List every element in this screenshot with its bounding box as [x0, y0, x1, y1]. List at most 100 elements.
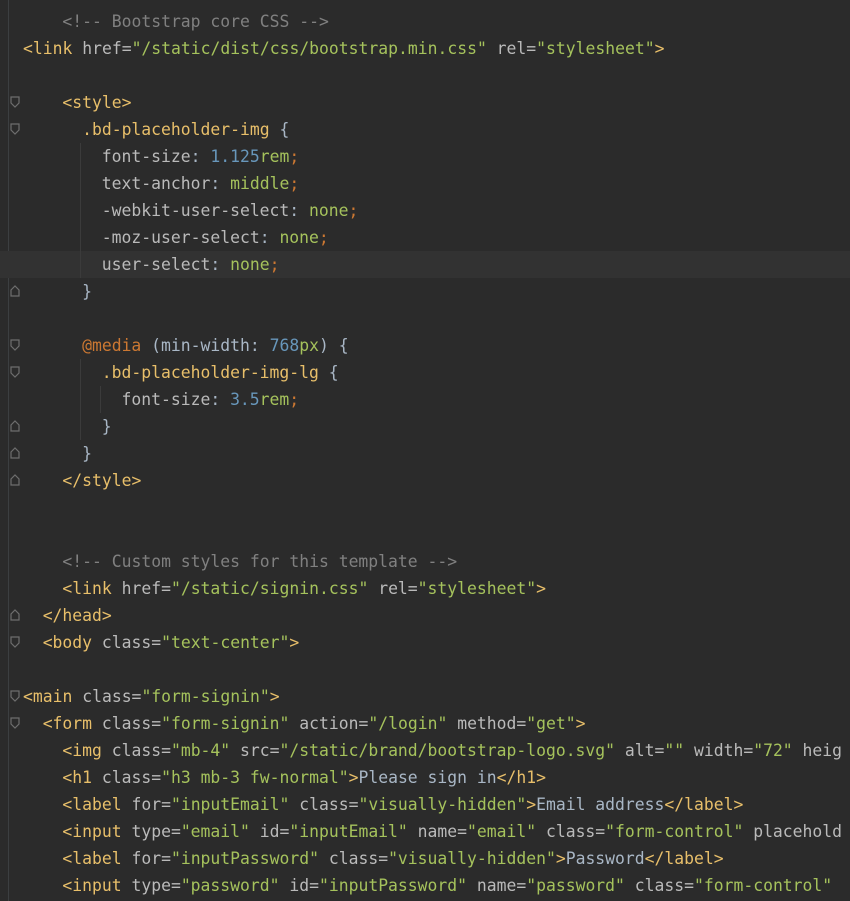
code-line[interactable] — [0, 521, 850, 548]
code-token: "" — [664, 741, 685, 760]
code-editor[interactable]: <!-- Bootstrap core CSS --> <link href="/… — [0, 0, 850, 901]
code-token: for= — [131, 849, 171, 868]
code-token: rem — [259, 147, 290, 166]
code-line[interactable]: <label for="inputPassword" class="visual… — [0, 845, 850, 872]
indent-guide — [80, 413, 82, 440]
code-text: <!-- Bootstrap core CSS --> — [62, 8, 328, 35]
code-text: .bd-placeholder-img { — [82, 116, 289, 143]
code-token: (min-width: — [141, 336, 270, 355]
code-token: rem — [259, 390, 290, 409]
code-token: <main — [23, 687, 83, 706]
code-token: name= — [467, 876, 527, 895]
code-text: } — [82, 278, 92, 305]
code-token: ; — [318, 228, 329, 247]
code-line[interactable]: <link href="/static/signin.css" rel="sty… — [0, 575, 850, 602]
code-line[interactable]: } — [0, 278, 850, 305]
code-line[interactable]: <body class="text-center"> — [0, 629, 850, 656]
code-line[interactable]: <link href="/static/dist/css/bootstrap.m… — [0, 35, 850, 62]
code-token: "form-control" — [605, 822, 744, 841]
code-token: <img — [62, 741, 112, 760]
code-text: <label for="inputEmail" class="visually-… — [62, 791, 743, 818]
code-token: } — [82, 282, 92, 301]
code-token: 1.125 — [210, 147, 260, 166]
code-line[interactable]: .bd-placeholder-img-lg { — [0, 359, 850, 386]
code-text: user-select: none; — [102, 251, 280, 278]
fold-open-icon[interactable] — [10, 123, 20, 135]
code-text: font-size: 1.125rem; — [102, 143, 299, 170]
indent-guide — [80, 224, 82, 251]
code-text: font-size: 3.5rem; — [122, 386, 300, 413]
code-line[interactable]: } — [0, 413, 850, 440]
code-token: : — [210, 390, 231, 409]
code-line[interactable]: </style> — [0, 467, 850, 494]
code-line[interactable]: font-size: 3.5rem; — [0, 386, 850, 413]
code-token: ; — [289, 390, 300, 409]
code-token: alt= — [615, 741, 665, 760]
fold-open-icon[interactable] — [10, 717, 20, 729]
code-line[interactable]: <style> — [0, 89, 850, 116]
fold-close-icon[interactable] — [10, 447, 20, 459]
code-line[interactable]: <h1 class="h3 mb-3 fw-normal">Please sig… — [0, 764, 850, 791]
code-line[interactable] — [0, 62, 850, 89]
fold-open-icon[interactable] — [10, 690, 20, 702]
code-token: > — [269, 687, 280, 706]
code-token: "get" — [526, 714, 576, 733]
code-line[interactable]: <img class="mb-4" src="/static/brand/boo… — [0, 737, 850, 764]
fold-close-icon[interactable] — [10, 420, 20, 432]
code-token: font-size — [101, 147, 191, 166]
code-token: class= — [101, 633, 162, 652]
code-line[interactable] — [0, 305, 850, 332]
code-token: <input — [62, 876, 132, 895]
code-line[interactable]: .bd-placeholder-img { — [0, 116, 850, 143]
indent-guide — [80, 386, 82, 413]
code-token: class= — [624, 876, 694, 895]
code-token: </style> — [62, 471, 142, 490]
code-token: none — [230, 255, 270, 274]
code-line[interactable]: -webkit-user-select: none; — [0, 197, 850, 224]
fold-close-icon[interactable] — [10, 285, 20, 297]
code-token: </head> — [42, 606, 112, 625]
code-text: <link href="/static/dist/css/bootstrap.m… — [23, 35, 664, 62]
code-token: rel= — [486, 39, 537, 58]
code-line[interactable]: <main class="form-signin"> — [0, 683, 850, 710]
code-text: } — [102, 413, 112, 440]
code-line[interactable]: </head> — [0, 602, 850, 629]
code-token: "inputEmail" — [170, 795, 290, 814]
fold-close-icon[interactable] — [10, 474, 20, 486]
code-token: placehold — [743, 822, 843, 841]
code-line[interactable]: <label for="inputEmail" class="visually-… — [0, 791, 850, 818]
code-token: "stylesheet" — [536, 39, 655, 58]
fold-open-icon[interactable] — [10, 339, 20, 351]
code-token: </label> — [644, 849, 724, 868]
code-token: { — [269, 120, 290, 139]
code-token: rel= — [368, 579, 418, 598]
code-line[interactable]: <input type="email" id="inputEmail" name… — [0, 818, 850, 845]
code-line[interactable]: @media (min-width: 768px) { — [0, 332, 850, 359]
code-line[interactable] — [0, 656, 850, 683]
code-line[interactable]: <!-- Bootstrap core CSS --> — [0, 8, 850, 35]
code-token: <label — [62, 795, 132, 814]
code-line[interactable]: <input type="password" id="inputPassword… — [0, 872, 850, 899]
indent-guide — [80, 170, 82, 197]
code-line[interactable]: user-select: none; — [0, 251, 850, 278]
code-token: action= — [289, 714, 369, 733]
code-token: none — [309, 201, 349, 220]
code-line[interactable]: -moz-user-select: none; — [0, 224, 850, 251]
fold-close-icon[interactable] — [10, 609, 20, 621]
code-token: <body — [42, 633, 102, 652]
code-line[interactable]: } — [0, 440, 850, 467]
code-token: Email address — [536, 795, 665, 814]
code-line[interactable]: <!-- Custom styles for this template --> — [0, 548, 850, 575]
code-token: <style> — [62, 93, 132, 112]
fold-open-icon[interactable] — [10, 96, 20, 108]
code-line[interactable]: <form class="form-signin" action="/login… — [0, 710, 850, 737]
fold-open-icon[interactable] — [10, 636, 20, 648]
fold-open-icon[interactable] — [10, 366, 20, 378]
code-line[interactable] — [0, 494, 850, 521]
code-line[interactable]: text-anchor: middle; — [0, 170, 850, 197]
code-line[interactable]: font-size: 1.125rem; — [0, 143, 850, 170]
code-token: } — [82, 444, 92, 463]
code-token: </h1> — [496, 768, 546, 787]
code-text: text-anchor: middle; — [102, 170, 299, 197]
code-text: <label for="inputPassword" class="visual… — [62, 845, 723, 872]
